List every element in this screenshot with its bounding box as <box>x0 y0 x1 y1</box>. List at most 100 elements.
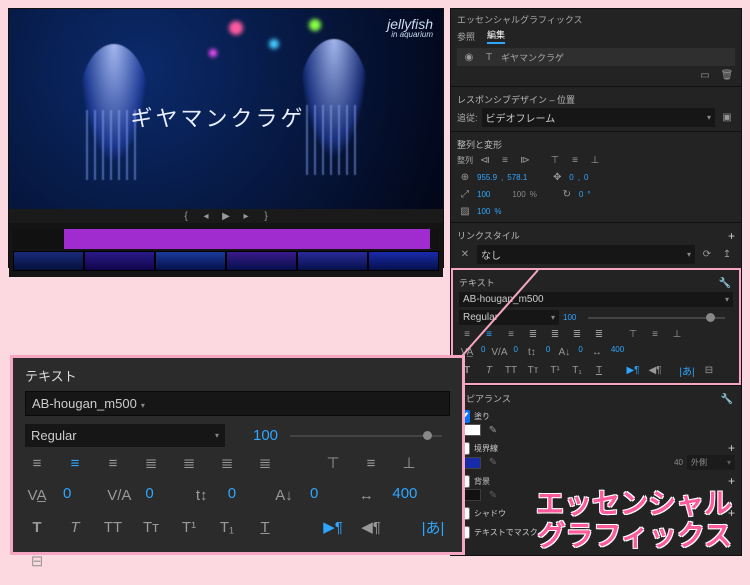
z-sub-icon[interactable]: T₁ <box>215 517 239 537</box>
font-style-dropdown[interactable]: Regular <box>459 310 559 325</box>
step-back-icon[interactable]: ◂ <box>198 209 214 223</box>
video-track-thumbs[interactable] <box>13 251 439 271</box>
align-hcenter-icon[interactable]: ≡ <box>497 153 513 167</box>
z-vtop-icon[interactable]: ⊤ <box>321 453 345 473</box>
z-justify-f-icon[interactable]: ≣ <box>253 453 277 473</box>
z-italic-icon[interactable]: T <box>63 517 87 537</box>
pos-y[interactable]: 578.1 <box>507 173 527 182</box>
align-center-text-icon[interactable]: ≡ <box>481 327 497 341</box>
fill-eyedropper-icon[interactable]: ✎ <box>485 423 501 437</box>
stroke-type-dropdown[interactable]: 外側 <box>687 455 735 470</box>
z-underline-icon[interactable]: T <box>253 517 277 537</box>
anchor-y[interactable]: 0 <box>584 173 588 182</box>
allcaps-icon[interactable]: TT <box>503 363 519 377</box>
ltr-icon[interactable]: ▶¶ <box>625 363 641 377</box>
valign-bot-icon[interactable]: ⊥ <box>669 327 685 341</box>
leading-value[interactable]: 0 <box>546 345 550 359</box>
anchor-x[interactable]: 0 <box>569 173 573 182</box>
bg-eyedropper-icon[interactable]: ✎ <box>485 488 501 502</box>
justify-right-icon[interactable]: ≣ <box>569 327 585 341</box>
align-right-text-icon[interactable]: ≡ <box>503 327 519 341</box>
stroke-add-icon[interactable]: + <box>728 441 735 455</box>
mark-in-icon[interactable]: { <box>178 209 194 223</box>
z-rtl-icon[interactable]: ◀¶ <box>359 517 383 537</box>
zoom-font-slider[interactable] <box>290 435 442 437</box>
z-tsume-val[interactable]: 0 <box>310 485 318 505</box>
z-allcaps-icon[interactable]: TT <box>101 517 125 537</box>
z-align-right-icon[interactable]: ≡ <box>101 453 125 473</box>
tsume-value[interactable]: 0 <box>578 345 582 359</box>
linkstyle-add-icon[interactable]: + <box>728 229 735 243</box>
subscript-icon[interactable]: T₁ <box>569 363 585 377</box>
tcy-icon[interactable]: ⊟ <box>701 363 717 377</box>
width-value[interactable]: 400 <box>611 345 624 359</box>
delete-layer-icon[interactable]: 🗑 <box>719 68 735 82</box>
align-left-text-icon[interactable]: ≡ <box>459 327 475 341</box>
z-justify-r-icon[interactable]: ≣ <box>215 453 239 473</box>
scale-pct[interactable]: 100 <box>512 190 525 199</box>
align-top-icon[interactable]: ⊤ <box>547 153 563 167</box>
font-size-slider[interactable] <box>588 317 725 319</box>
zoom-style-dropdown[interactable]: Regular <box>25 424 225 447</box>
underline-icon[interactable]: T <box>591 363 607 377</box>
overlay-title-text[interactable]: ギヤマンクラゲ <box>131 101 306 133</box>
tab-browse[interactable]: 参照 <box>457 30 475 43</box>
mark-out-icon[interactable]: } <box>258 209 274 223</box>
rotation-value[interactable]: 0 <box>579 190 583 199</box>
z-leading-val[interactable]: 0 <box>228 485 236 505</box>
z-vmid-icon[interactable]: ≡ <box>359 453 383 473</box>
tategaki-icon[interactable]: |あ| <box>679 363 695 377</box>
layer-name[interactable]: ギヤマンクラゲ <box>501 51 564 64</box>
z-tracking-val[interactable]: 0 <box>145 485 153 505</box>
tracking-value[interactable]: 0 <box>513 345 517 359</box>
program-monitor[interactable]: jellyfish in aquarium ギヤマンクラゲ <box>9 9 443 209</box>
kerning-value[interactable]: 0 <box>481 345 485 359</box>
stroke-width[interactable]: 40 <box>674 458 683 467</box>
stroke-eyedropper-icon[interactable]: ✎ <box>485 456 501 470</box>
new-layer-icon[interactable]: ▭ <box>697 68 713 82</box>
superscript-icon[interactable]: T¹ <box>547 363 563 377</box>
timeline[interactable] <box>9 223 443 277</box>
rtl-icon[interactable]: ◀¶ <box>647 363 663 377</box>
sync-icon[interactable]: ⟳ <box>699 248 715 262</box>
video-track[interactable] <box>13 229 439 249</box>
push-icon[interactable]: ↥ <box>719 248 735 262</box>
align-bottom-icon[interactable]: ⊥ <box>587 153 603 167</box>
step-fwd-icon[interactable]: ▸ <box>238 209 254 223</box>
align-left-icon[interactable]: ⧏ <box>477 153 493 167</box>
align-vcenter-icon[interactable]: ≡ <box>567 153 583 167</box>
justify-left-icon[interactable]: ≣ <box>525 327 541 341</box>
z-sup-icon[interactable]: T¹ <box>177 517 201 537</box>
z-ltr-icon[interactable]: ▶¶ <box>321 517 345 537</box>
justify-center-icon[interactable]: ≣ <box>547 327 563 341</box>
pin-dropdown[interactable]: ビデオフレーム <box>482 108 715 127</box>
z-kerning-val[interactable]: 0 <box>63 485 71 505</box>
appearance-wrench-icon[interactable]: 🔧 <box>719 392 735 406</box>
z-width-val[interactable]: 400 <box>392 485 417 505</box>
z-align-center-icon[interactable]: ≡ <box>63 453 87 473</box>
z-justify-l-icon[interactable]: ≣ <box>139 453 163 473</box>
z-vbot-icon[interactable]: ⊥ <box>397 453 421 473</box>
z-tcy-icon[interactable]: ⊟ <box>25 551 49 571</box>
tab-edit[interactable]: 編集 <box>487 28 505 44</box>
align-right-icon[interactable]: ⧐ <box>517 153 533 167</box>
play-icon[interactable]: ▶ <box>218 209 234 223</box>
font-dropdown[interactable]: AB-hougan_m500 <box>459 292 733 307</box>
scale-value[interactable]: 100 <box>477 190 490 199</box>
zoom-font-size[interactable]: 100 <box>253 427 278 444</box>
zoom-font-dropdown[interactable]: AB-hougan_m500 <box>25 391 450 416</box>
valign-top-icon[interactable]: ⊤ <box>625 327 641 341</box>
linkstyle-dropdown[interactable]: なし <box>477 245 695 264</box>
opacity-value[interactable]: 100 <box>477 207 490 216</box>
font-size[interactable]: 100 <box>563 313 576 322</box>
z-smallcaps-icon[interactable]: Tᴛ <box>139 517 163 537</box>
z-tategaki-icon[interactable]: |あ| <box>421 517 445 537</box>
text-wrench-icon[interactable]: 🔧 <box>717 276 733 290</box>
pin-target-icon[interactable]: ▣ <box>719 111 735 125</box>
smallcaps-icon[interactable]: Tᴛ <box>525 363 541 377</box>
justify-full-icon[interactable]: ≣ <box>591 327 607 341</box>
z-bold-icon[interactable]: T <box>25 517 49 537</box>
faux-italic-icon[interactable]: T <box>481 363 497 377</box>
z-align-left-icon[interactable]: ≡ <box>25 453 49 473</box>
eye-icon[interactable]: ◉ <box>461 50 477 64</box>
